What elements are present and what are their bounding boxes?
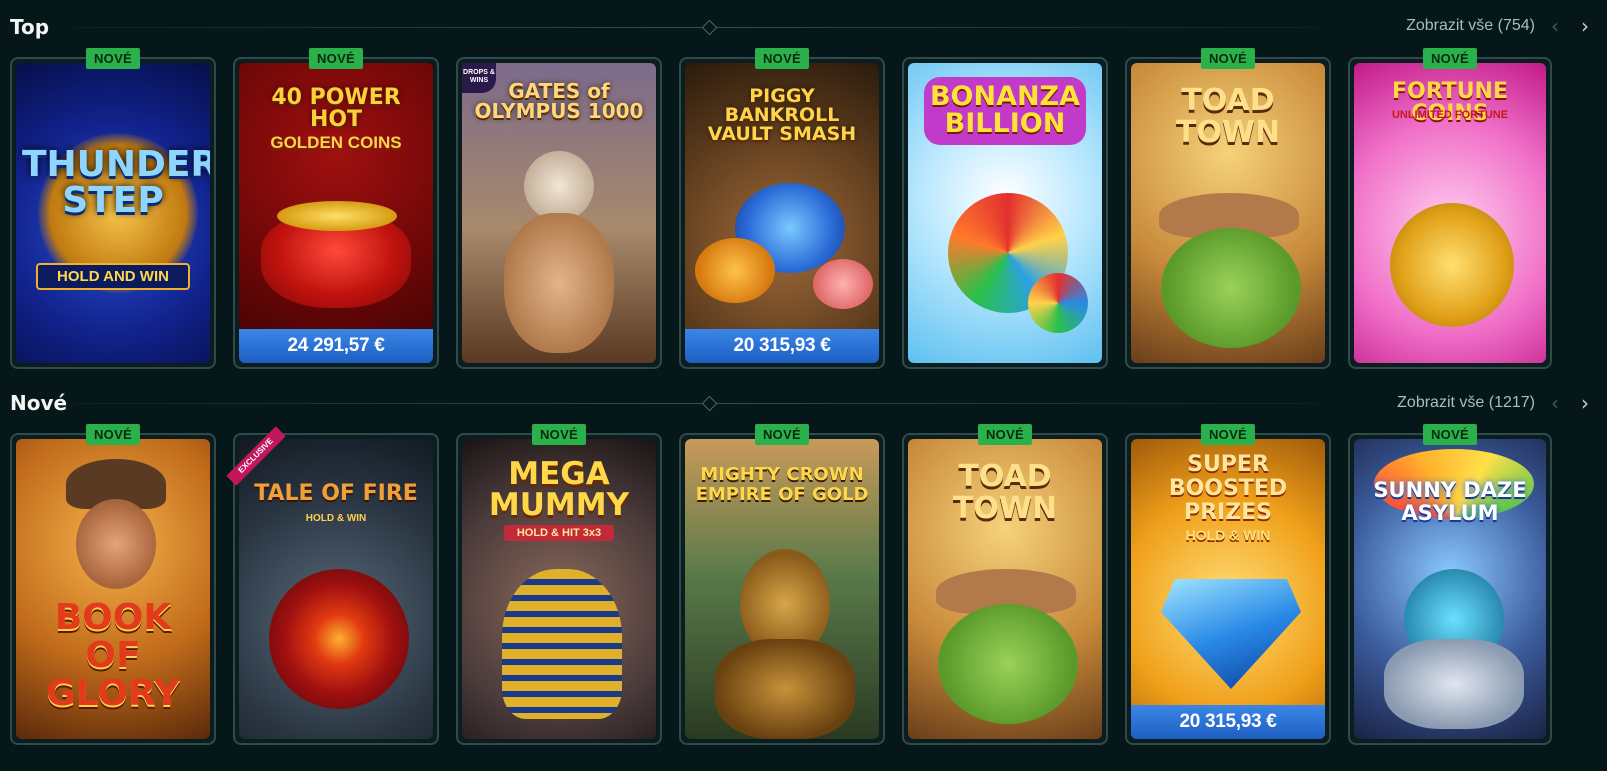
game-thumbnail: MIGHTY CROWN EMPIRE OF GOLD — [685, 439, 879, 739]
game-title: TOAD TOWN — [1175, 83, 1281, 150]
new-badge: NOVÉ — [1422, 424, 1478, 445]
game-card-thunder-step[interactable]: NOVÉ THUNDER STEP HOLD AND WIN — [10, 48, 216, 369]
jackpot-amount: 20 315,93 € — [685, 329, 879, 363]
game-title: SUNNY DAZE ASYLUM — [1373, 478, 1527, 526]
game-thumbnail: PIGGY BANKROLL VAULT SMASH — [685, 63, 879, 363]
game-card-toad-town[interactable]: NOVÉ TOAD TOWN — [1125, 48, 1331, 369]
game-card-toad-town[interactable]: NOVÉ TOAD TOWN — [902, 424, 1108, 745]
divider-diamond-icon — [701, 19, 718, 36]
new-badge: NOVÉ — [977, 424, 1033, 445]
game-thumbnail: TOAD TOWN — [1131, 63, 1325, 363]
game-card-mega-mummy[interactable]: NOVÉ MEGA MUMMY HOLD & HIT 3x3 — [456, 424, 662, 745]
game-thumbnail: BONANZA BILLION — [908, 63, 1102, 363]
game-thumbnail: MEGA MUMMY HOLD & HIT 3x3 — [462, 439, 656, 739]
section-title: Nové — [10, 391, 68, 415]
drops-and-wins-tag: DROPS & WINS — [462, 63, 496, 93]
jackpot-amount: 24 291,57 € — [239, 329, 433, 363]
game-subtitle: HOLD & WIN — [1185, 527, 1271, 543]
chevron-right-icon[interactable]: › — [1581, 391, 1589, 415]
game-thumbnail: FORTUNE COINS UNLIMITED FORTUNE — [1354, 63, 1546, 363]
game-card-bonanza-billion[interactable]: BONANZA BILLION — [902, 57, 1108, 369]
new-badge: NOVÉ — [85, 48, 141, 69]
game-thumbnail: SUPER BOOSTED PRIZES HOLD & WIN — [1131, 439, 1325, 739]
game-title: SUPER BOOSTED PRIZES — [1168, 452, 1288, 526]
game-thumbnail: GATES of OLYMPUS 1000 — [462, 63, 656, 363]
jackpot-amount: 20 315,93 € — [1131, 705, 1325, 739]
game-thumbnail: 40 POWER HOT GOLDEN COINS — [239, 63, 433, 363]
section-divider — [72, 403, 1317, 404]
section-header: Top Zobrazit vše (754) ‹ › — [0, 0, 1607, 50]
section-divider — [72, 27, 1317, 28]
game-title: 40 POWER HOT — [271, 85, 401, 132]
game-subtitle: HOLD & WIN — [305, 513, 367, 524]
new-badge: NOVÉ — [85, 424, 141, 445]
game-card-tale-of-fire[interactable]: TALE OF FIRE HOLD & WIN EXCLUSIVE — [226, 426, 439, 745]
game-card-super-boosted-prizes[interactable]: NOVÉ SUPER BOOSTED PRIZES HOLD & WIN 20 … — [1125, 424, 1331, 745]
game-title: MIGHTY CROWN EMPIRE OF GOLD — [695, 464, 869, 505]
game-card-sunny-daze-asylum[interactable]: NOVÉ SUNNY DAZE ASYLUM — [1348, 424, 1552, 745]
view-all-link[interactable]: Zobrazit vše (1217) — [1397, 394, 1535, 412]
game-title: THUNDER STEP — [22, 144, 210, 221]
new-badge: NOVÉ — [531, 424, 587, 445]
game-card-gates-of-olympus[interactable]: GATES of OLYMPUS 1000 DROPS & WINS — [456, 57, 662, 369]
game-subtitle: UNLIMITED FORTUNE — [1391, 109, 1509, 121]
new-badge: NOVÉ — [1200, 424, 1256, 445]
chevron-left-icon[interactable]: ‹ — [1551, 14, 1559, 38]
section-title: Top — [10, 15, 50, 39]
game-title: PIGGY BANKROLL VAULT SMASH — [707, 85, 857, 145]
new-badge: NOVÉ — [1200, 48, 1256, 69]
new-badge: NOVÉ — [754, 424, 810, 445]
new-badge: NOVÉ — [308, 48, 364, 69]
chevron-left-icon[interactable]: ‹ — [1551, 391, 1559, 415]
view-all-link[interactable]: Zobrazit vše (754) — [1406, 17, 1535, 35]
game-card-fortune-coins[interactable]: NOVÉ FORTUNE COINS UNLIMITED FORTUNE — [1348, 48, 1552, 369]
game-subtitle: HOLD & HIT 3x3 — [504, 525, 614, 541]
game-card-book-of-glory[interactable]: NOVÉ BOOK OF GLORY — [10, 424, 216, 745]
section-new: Nové Zobrazit vše (1217) ‹ › NOVÉ BOOK O… — [0, 386, 1607, 745]
game-thumbnail: TALE OF FIRE HOLD & WIN — [239, 439, 433, 739]
game-title: BOOK OF GLORY — [46, 597, 180, 714]
game-thumbnail: SUNNY DAZE ASYLUM — [1354, 439, 1546, 739]
game-thumbnail: TOAD TOWN — [908, 439, 1102, 739]
game-title: MEGA MUMMY — [488, 456, 630, 523]
game-title: BONANZA BILLION — [929, 81, 1081, 139]
game-card-piggy-bankroll[interactable]: NOVÉ PIGGY BANKROLL VAULT SMASH 20 315,9… — [679, 48, 885, 369]
game-title: TALE OF FIRE — [254, 481, 418, 506]
new-badge: NOVÉ — [754, 48, 810, 69]
game-subtitle: GOLDEN COINS — [270, 133, 402, 152]
game-title: GATES of OLYMPUS 1000 — [474, 79, 644, 123]
section-top: Top Zobrazit vše (754) ‹ › NOVÉ THUNDER … — [0, 0, 1607, 369]
game-subtitle: HOLD AND WIN — [36, 263, 190, 290]
game-carousel: NOVÉ BOOK OF GLORY TALE OF FIRE HOLD & W… — [10, 424, 1607, 745]
divider-diamond-icon — [701, 395, 718, 412]
chevron-right-icon[interactable]: › — [1581, 14, 1589, 38]
game-thumbnail: BOOK OF GLORY — [16, 439, 210, 739]
new-badge: NOVÉ — [1422, 48, 1478, 69]
game-thumbnail: THUNDER STEP HOLD AND WIN — [16, 63, 210, 363]
game-title: TOAD TOWN — [952, 459, 1058, 526]
game-card-40-power-hot[interactable]: NOVÉ 40 POWER HOT GOLDEN COINS 24 291,57… — [233, 48, 439, 369]
game-card-mighty-crown[interactable]: NOVÉ MIGHTY CROWN EMPIRE OF GOLD — [679, 424, 885, 745]
game-carousel: NOVÉ THUNDER STEP HOLD AND WIN NOVÉ 40 P… — [10, 48, 1607, 369]
